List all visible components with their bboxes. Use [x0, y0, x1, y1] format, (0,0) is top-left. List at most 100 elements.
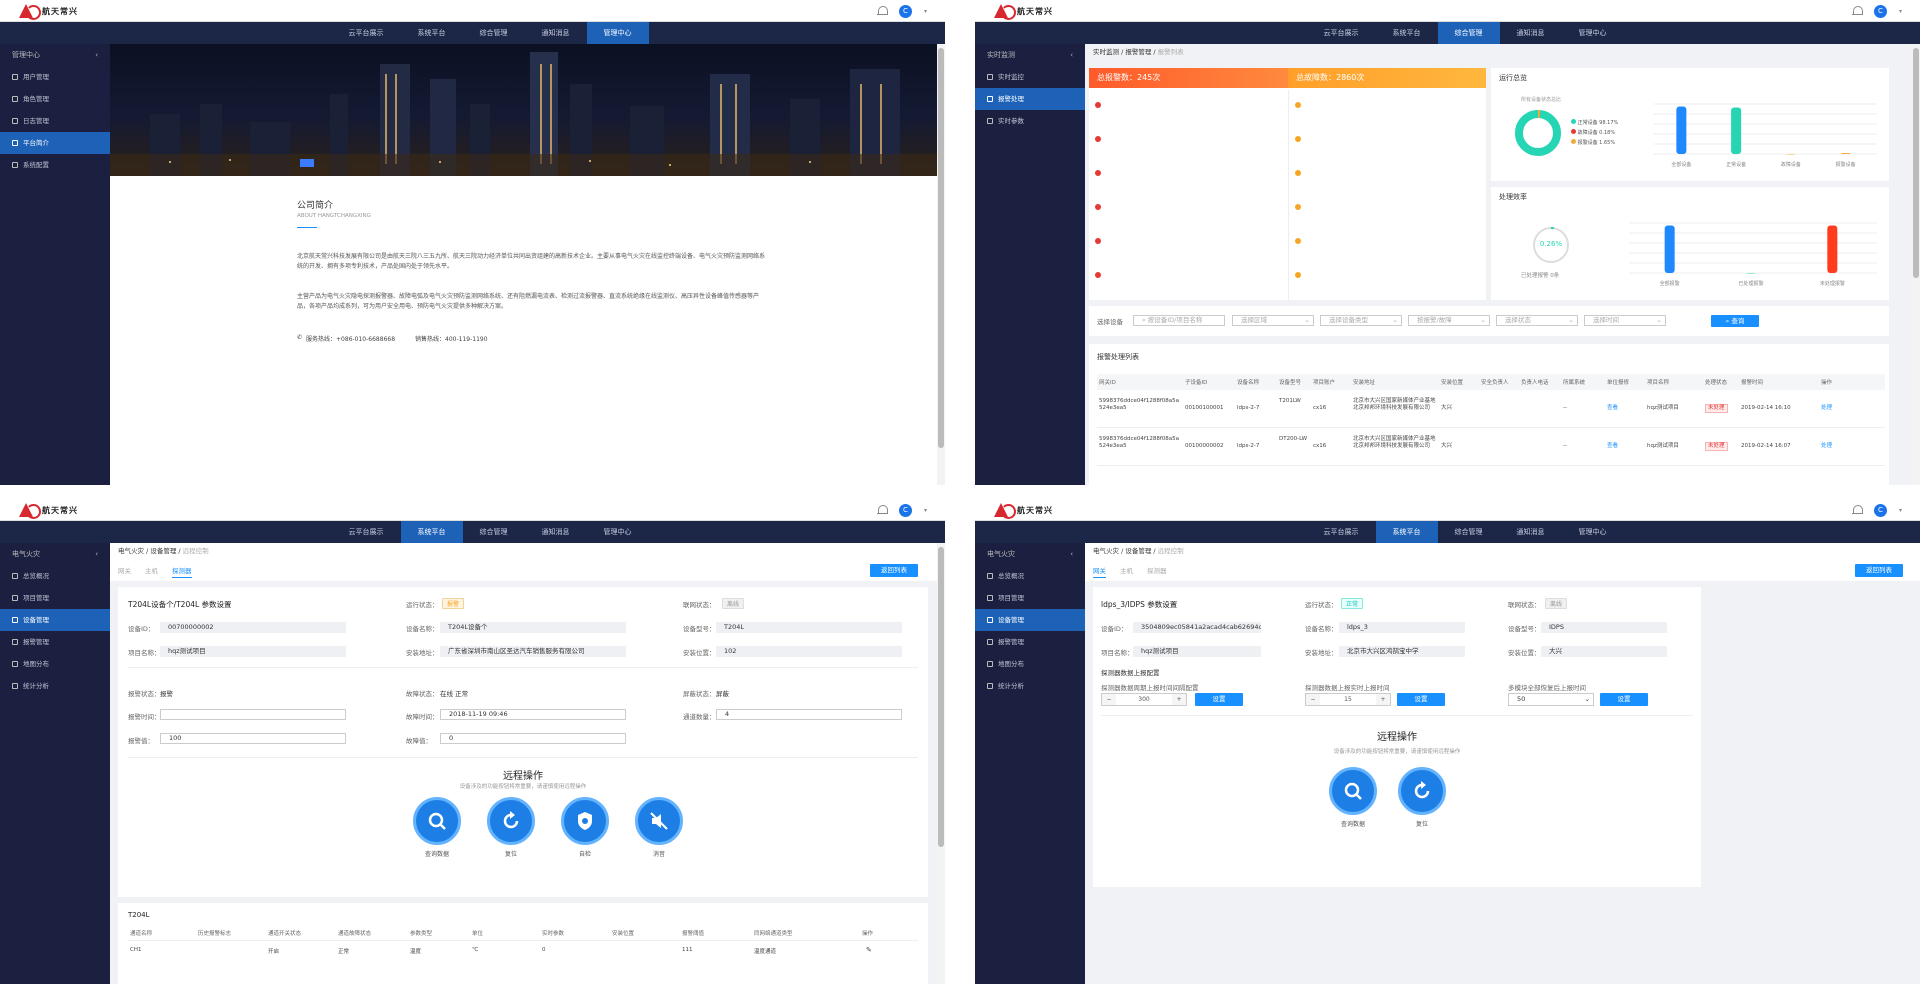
table-cell[interactable]: 查看: [1607, 443, 1643, 450]
bell-icon[interactable]: [876, 6, 888, 17]
feed-item[interactable]: [1289, 158, 1486, 192]
reset-button[interactable]: [487, 797, 535, 845]
feed-item[interactable]: [1089, 158, 1288, 192]
alarm-fault-select[interactable]: 按报警/故障 ⌄: [1408, 315, 1490, 326]
config-3-select[interactable]: 50 ⌄: [1508, 693, 1594, 706]
nav-admin[interactable]: 管理中心: [587, 521, 649, 543]
chevron-down-icon[interactable]: ▾: [1899, 507, 1902, 514]
config-1-set-button[interactable]: 设置: [1195, 693, 1243, 706]
back-to-list-button[interactable]: 返回列表: [870, 564, 918, 577]
sidebar-item-roles[interactable]: 角色管理: [0, 88, 110, 110]
area-select[interactable]: 选择区域 ⌄: [1232, 315, 1314, 326]
nav-notice[interactable]: 通知消息: [525, 22, 587, 44]
query-data-button[interactable]: [1329, 767, 1377, 815]
breadcrumb-mid[interactable]: 报警管理: [1125, 48, 1151, 56]
sidebar-item-params[interactable]: 实时参数: [975, 110, 1085, 132]
sidebar-item-alarms[interactable]: 报警管理: [0, 631, 110, 653]
feed-item[interactable]: [1289, 192, 1486, 226]
nav-notice[interactable]: 通知消息: [525, 521, 587, 543]
scrollbar[interactable]: [937, 543, 945, 984]
sidebar-item-alarm[interactable]: 报警处理: [975, 88, 1085, 110]
collapse-icon[interactable]: ‹: [95, 44, 98, 66]
sidebar-item-overview[interactable]: 总览概况: [975, 565, 1085, 587]
edit-icon[interactable]: ✎: [866, 946, 872, 954]
sidebar-item-projects[interactable]: 项目管理: [0, 587, 110, 609]
device-search-input[interactable]: ⌕ 按设备ID/项目名称: [1133, 315, 1225, 326]
nav-system[interactable]: 系统平台: [401, 22, 463, 44]
feed-item[interactable]: [1089, 226, 1288, 260]
tab-gateway[interactable]: 网关: [1093, 567, 1106, 578]
chevron-down-icon[interactable]: ▾: [1899, 8, 1902, 15]
avatar[interactable]: C: [898, 504, 912, 517]
sidebar-item-map[interactable]: 地图分布: [975, 653, 1085, 675]
tab-host[interactable]: 主机: [1120, 567, 1133, 575]
nav-cloud[interactable]: 云平台展示: [1307, 22, 1376, 44]
sidebar-item-intro[interactable]: 平台简介: [0, 132, 110, 154]
collapse-icon[interactable]: ‹: [1070, 44, 1073, 66]
sidebar-item-stats[interactable]: 统计分析: [0, 675, 110, 697]
breadcrumb-root[interactable]: 实时监测: [1093, 48, 1119, 56]
channel-count-field[interactable]: 4: [716, 709, 902, 720]
minus-button[interactable]: −: [1102, 694, 1116, 705]
breadcrumb-root[interactable]: 电气火灾: [1093, 547, 1119, 555]
nav-general[interactable]: 综合管理: [1437, 22, 1500, 44]
plus-button[interactable]: +: [1376, 694, 1390, 705]
sidebar-item-devices[interactable]: 设备管理: [975, 609, 1085, 631]
sidebar-item-users[interactable]: 用户管理: [0, 66, 110, 88]
config-1-value[interactable]: 300: [1116, 694, 1172, 705]
plus-button[interactable]: +: [1172, 694, 1186, 705]
sidebar-item-alarms[interactable]: 报警管理: [975, 631, 1085, 653]
nav-cloud[interactable]: 云平台展示: [332, 22, 401, 44]
sidebar-item-monitor[interactable]: 实时监控: [975, 66, 1085, 88]
config-2-value[interactable]: 15: [1320, 694, 1376, 705]
sidebar-item-projects[interactable]: 项目管理: [975, 587, 1085, 609]
sidebar-item-config[interactable]: 系统配置: [0, 154, 110, 176]
feed-item[interactable]: [1289, 226, 1486, 260]
nav-admin[interactable]: 管理中心: [1562, 521, 1624, 543]
feed-item[interactable]: [1089, 192, 1288, 226]
nav-general[interactable]: 综合管理: [463, 521, 525, 543]
sidebar-item-map[interactable]: 地图分布: [0, 653, 110, 675]
nav-system[interactable]: 系统平台: [400, 521, 463, 543]
breadcrumb-root[interactable]: 电气火灾: [118, 547, 144, 555]
bell-icon[interactable]: [876, 505, 888, 516]
bell-icon[interactable]: [1851, 505, 1863, 516]
table-cell[interactable]: 处理: [1821, 405, 1837, 412]
time-select[interactable]: 选择时间 ⌄: [1584, 315, 1666, 326]
breadcrumb-mid[interactable]: 设备管理: [1125, 547, 1151, 555]
table-row[interactable]: 5998376ddce04f1288f08a5a524e3ea5 00100100…: [1097, 390, 1885, 428]
status-select[interactable]: 选择状态 ⌄: [1496, 315, 1578, 326]
nav-admin[interactable]: 管理中心: [1562, 22, 1624, 44]
nav-admin[interactable]: 管理中心: [586, 22, 649, 44]
nav-notice[interactable]: 通知消息: [1500, 521, 1562, 543]
avatar[interactable]: C: [1873, 504, 1887, 517]
feed-item[interactable]: [1089, 90, 1288, 124]
nav-general[interactable]: 综合管理: [1438, 521, 1500, 543]
fault-time-field[interactable]: 2018-11-19 09:46: [440, 709, 626, 720]
tab-host[interactable]: 主机: [145, 567, 158, 575]
table-cell[interactable]: 处理: [1821, 443, 1837, 450]
collapse-icon[interactable]: ‹: [1070, 543, 1073, 565]
tab-gateway[interactable]: 网关: [118, 567, 131, 575]
table-row[interactable]: 5998376ddce04f1288f08a5a524e3ea5 00100000…: [1097, 428, 1885, 466]
breadcrumb-mid[interactable]: 设备管理: [150, 547, 176, 555]
chevron-down-icon[interactable]: ▾: [924, 507, 927, 514]
table-cell[interactable]: 查看: [1607, 405, 1643, 412]
feed-item[interactable]: [1289, 90, 1486, 124]
nav-cloud[interactable]: 云平台展示: [1307, 521, 1376, 543]
chevron-down-icon[interactable]: ▾: [924, 8, 927, 15]
nav-system[interactable]: 系统平台: [1376, 22, 1438, 44]
feed-item[interactable]: [1289, 260, 1486, 294]
mute-button[interactable]: [635, 797, 683, 845]
tab-detector[interactable]: 探测器: [172, 567, 192, 578]
back-to-list-button[interactable]: 返回列表: [1855, 564, 1903, 577]
avatar[interactable]: C: [898, 5, 912, 18]
self-check-button[interactable]: [561, 797, 609, 845]
fault-value-field[interactable]: 0: [440, 733, 626, 744]
sidebar-item-stats[interactable]: 统计分析: [975, 675, 1085, 697]
reset-button[interactable]: [1398, 767, 1446, 815]
feed-item[interactable]: [1289, 124, 1486, 158]
query-button[interactable]: ⌕ 查询: [1711, 315, 1759, 327]
device-type-select[interactable]: 选择设备类型 ⌄: [1320, 315, 1402, 326]
feed-item[interactable]: [1089, 124, 1288, 158]
